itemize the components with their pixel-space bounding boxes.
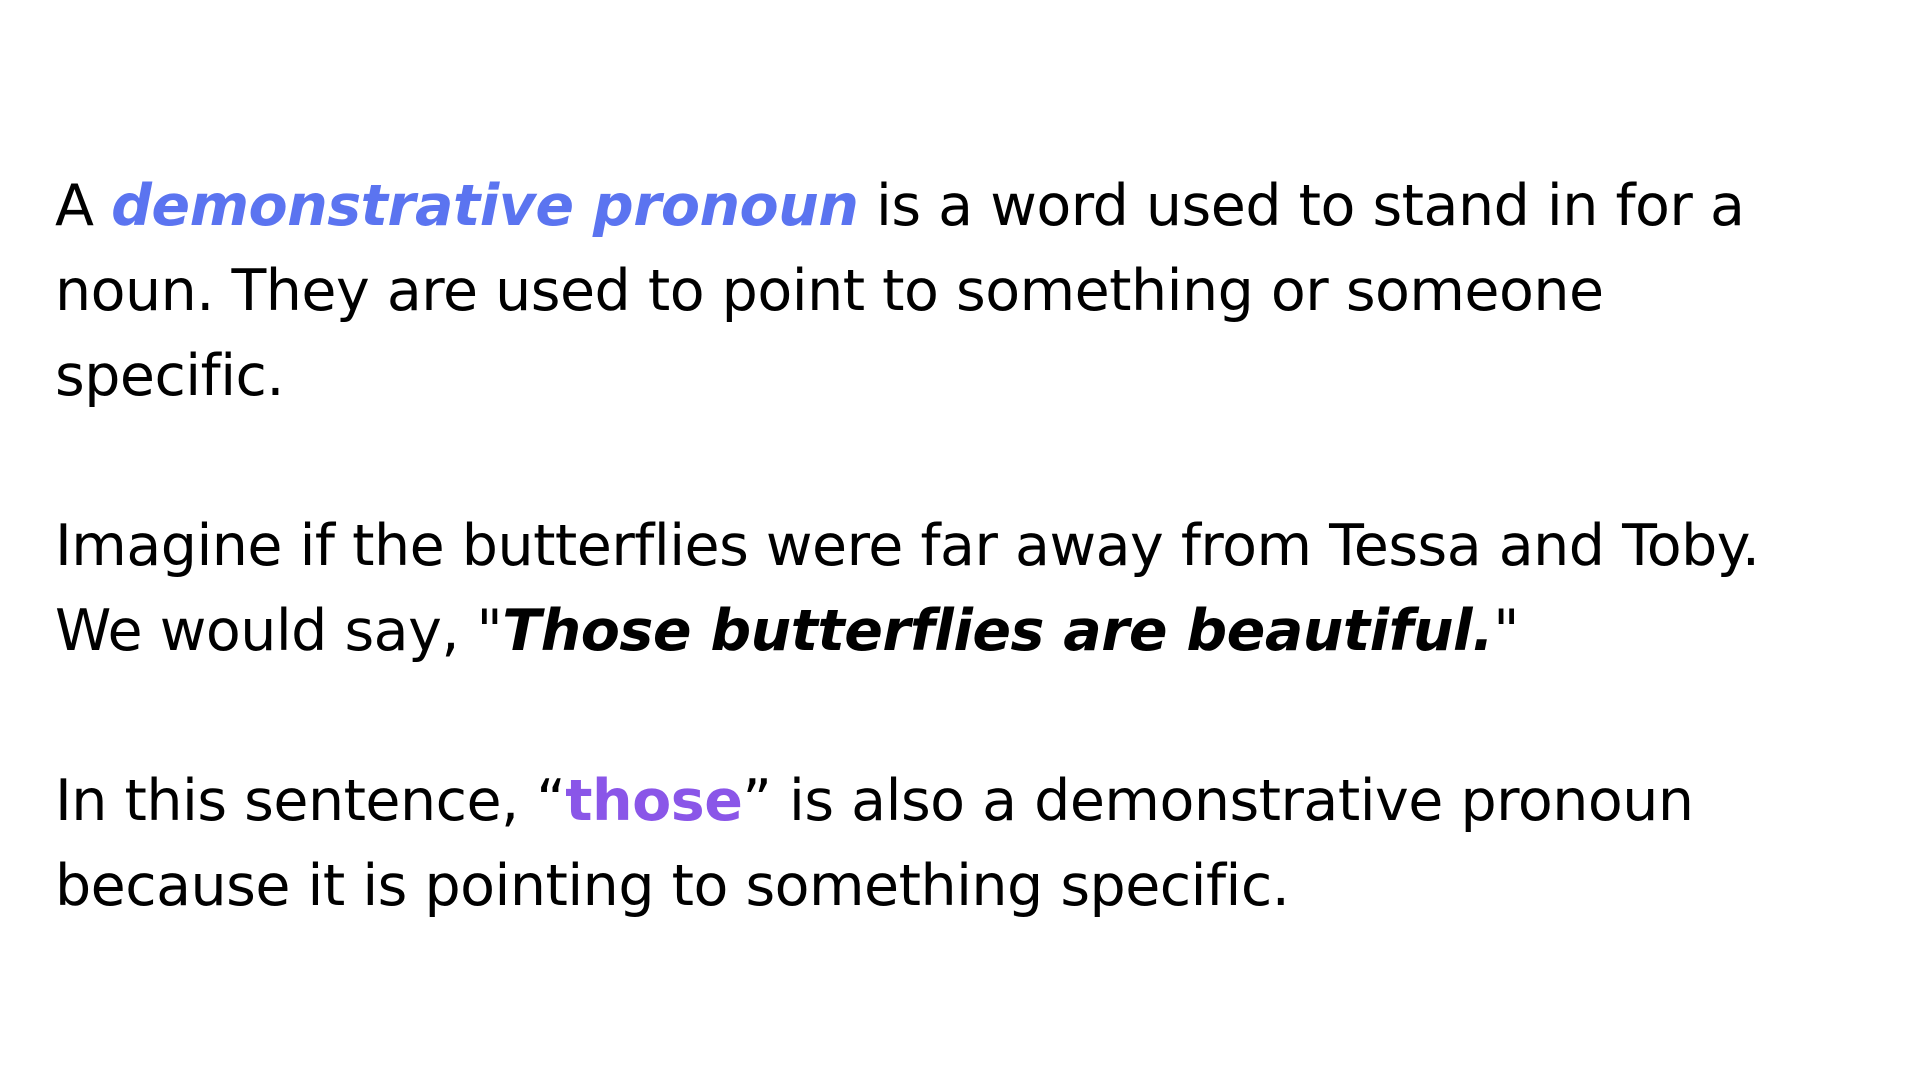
term-demonstrative-pronoun: demonstrative pronoun [111,173,859,239]
example-line2-suffix: " [1493,598,1519,664]
slide-page: A demonstrative pronoun is a word used t… [0,0,1920,1080]
definition-line1-rest: is a word used to stand in for a [858,173,1745,239]
explanation-line1-suffix: ” is also a demonstrative pronoun [742,768,1694,834]
example-line1: Imagine if the butterflies were far away… [55,513,1760,579]
definition-prefix: A [55,173,112,239]
example-line2-prefix: We would say, " [55,598,503,664]
definition-line3: specific. [55,343,284,409]
example-paragraph: Imagine if the butterflies were far away… [55,504,1760,674]
highlight-those: those [565,768,743,834]
example-sentence: Those butterflies are beautiful. [502,598,1494,664]
explanation-line1-prefix: In this sentence, “ [55,768,566,834]
definition-line2: noun. They are used to point to somethin… [55,258,1604,324]
definition-paragraph: A demonstrative pronoun is a word used t… [55,164,1745,419]
explanation-line2: because it is pointing to something spec… [55,853,1290,919]
explanation-paragraph: In this sentence, “those” is also a demo… [55,759,1694,929]
